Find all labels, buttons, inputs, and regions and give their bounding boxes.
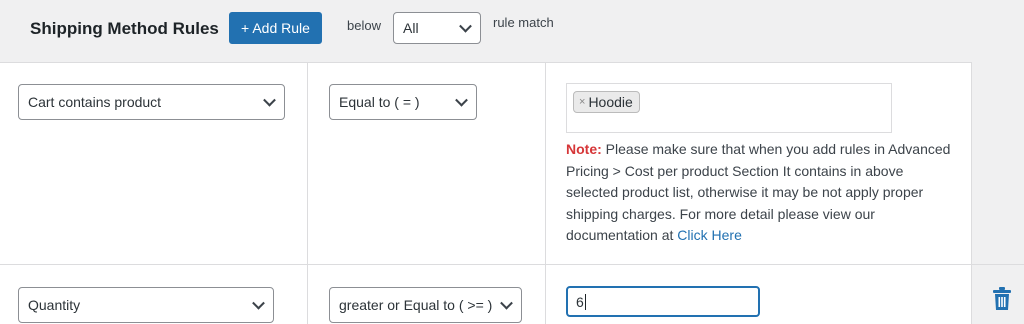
condition-field-select[interactable]: Quantity [18, 287, 274, 323]
text-caret [584, 293, 586, 310]
quantity-value-input[interactable]: 6 [566, 286, 760, 317]
add-rule-button[interactable]: + Add Rule [229, 12, 322, 44]
tag-remove-icon[interactable]: × [579, 96, 585, 108]
condition-operator-value: greater or Equal to ( >= ) [339, 297, 493, 313]
condition-operator-value: Equal to ( = ) [339, 94, 420, 110]
condition-operator-select[interactable]: Equal to ( = ) [329, 84, 477, 120]
note-label: Note: [566, 141, 602, 157]
chevron-down-icon [459, 19, 472, 33]
condition-field-value: Cart contains product [28, 94, 162, 110]
condition-operator-select[interactable]: greater or Equal to ( >= ) [329, 287, 522, 323]
condition-field-select[interactable]: Cart contains product [18, 84, 285, 120]
rule-match-select-value: All [403, 20, 419, 36]
below-label: below [347, 18, 381, 33]
column-divider [307, 62, 308, 324]
product-note: Note: Please make sure that when you add… [566, 139, 951, 247]
condition-field-value: Quantity [28, 297, 81, 313]
rule-match-label: rule match [493, 15, 554, 30]
trash-icon[interactable] [992, 287, 1012, 311]
chevron-down-icon [252, 296, 265, 310]
rule-match-select[interactable]: All [393, 12, 481, 44]
chevron-down-icon [455, 93, 468, 107]
rules-header: Shipping Method Rules + Add Rule below A… [0, 0, 1024, 63]
column-divider [971, 62, 972, 324]
chevron-down-icon [500, 296, 513, 310]
page-title: Shipping Method Rules [30, 19, 219, 38]
product-tags-input[interactable]: × Hoodie [566, 83, 892, 133]
quantity-value: 6 [576, 293, 584, 310]
actions-column [972, 62, 1024, 324]
product-tag-label: Hoodie [588, 94, 633, 110]
note-text: Please make sure that when you add rules… [566, 141, 951, 243]
product-tag: × Hoodie [573, 91, 640, 113]
column-divider [545, 62, 546, 324]
row-divider [0, 264, 1024, 265]
documentation-link[interactable]: Click Here [677, 227, 742, 243]
chevron-down-icon [263, 93, 276, 107]
